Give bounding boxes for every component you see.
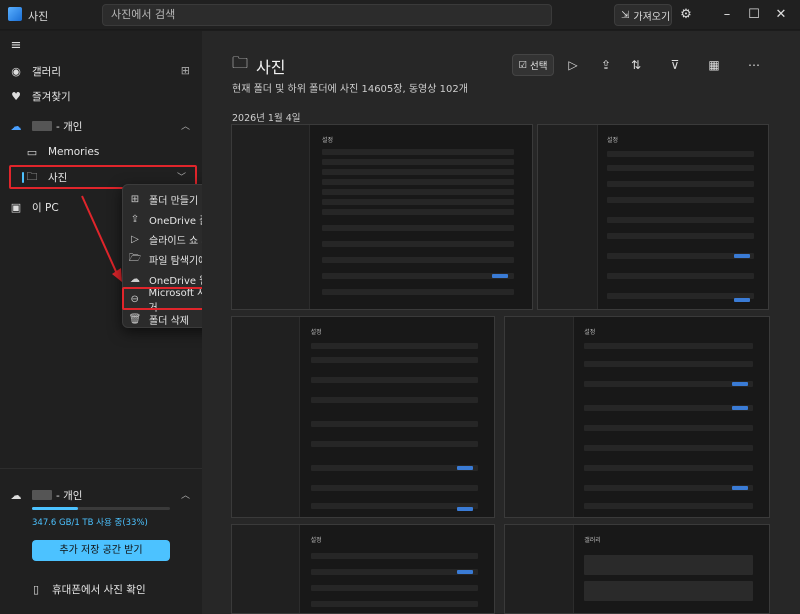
photo-thumbnail[interactable]: 설정 (537, 124, 769, 310)
view-options-icon[interactable]: ▦ (704, 56, 724, 74)
thumbnail-title: 설정 (310, 537, 322, 544)
sort-icon[interactable]: ⇅ (626, 56, 646, 74)
select-label: 선택 (530, 61, 548, 72)
photo-thumbnail[interactable]: 갤러리 (504, 524, 770, 614)
thumbnail-title: 설정 (322, 137, 334, 144)
share-icon: ⇪ (130, 213, 140, 225)
more-options-icon[interactable]: ⋯ (744, 56, 764, 74)
onedrive-cloud-icon: ☁ (10, 488, 22, 502)
slideshow-icon: ▷ (131, 233, 139, 245)
page-title: 🗀 사진 (232, 52, 285, 79)
storage-bar-fill (32, 507, 78, 510)
chevron-up-icon[interactable]: ︿ (181, 488, 190, 501)
thumbnail-title: 갤러리 (584, 537, 601, 544)
storage-account[interactable]: ☁ - 개인 ︿ (8, 484, 196, 506)
phone-icon: ▯ (32, 582, 40, 596)
phone-link-label: 휴대폰에서 사진 확인 (52, 583, 146, 596)
storage-bar (32, 507, 170, 510)
menu-item-label: 폴더 만들기 (149, 195, 199, 207)
get-more-storage-button[interactable]: 추가 저장 공간 받기 (32, 540, 170, 561)
thumbnail-title: 설정 (584, 329, 596, 336)
cloud-icon: ☁ (130, 273, 140, 285)
trash-icon: 🗑 (128, 313, 142, 325)
redacted-name (32, 490, 52, 500)
phone-link[interactable]: ▯ 휴대폰에서 사진 확인 (28, 578, 216, 600)
photo-thumbnail[interactable]: 설정 (231, 316, 495, 518)
storage-account-label: - 개인 (56, 489, 83, 502)
folder-summary: 현재 폴더 및 하위 폴더에 사진 14605장, 동영상 102개 (232, 84, 468, 95)
folder-icon: 🗀 (232, 53, 249, 72)
folder-open-icon: 🗁 (128, 252, 142, 264)
thumbnail-title: 설정 (607, 137, 619, 144)
menu-item-label: 폴더 삭제 (149, 315, 189, 327)
photo-thumbnail[interactable]: 설정 (231, 524, 495, 614)
thumbnail-title: 설정 (310, 329, 322, 336)
slideshow-icon[interactable]: ▷ (563, 56, 583, 74)
page-title-text: 사진 (256, 57, 286, 77)
storage-usage-text: 347.6 GB/1 TB 사용 중(33%) (32, 518, 148, 528)
share-icon[interactable]: ⇪ (596, 56, 616, 74)
select-button[interactable]: ☑ 선택 (512, 54, 554, 76)
checkbox-icon: ☑ (518, 59, 528, 71)
filter-icon[interactable]: ⊽ (665, 56, 685, 74)
date-header: 2026년 1월 4일 (232, 113, 301, 124)
new-folder-icon: ⊞ (130, 193, 140, 205)
photo-thumbnail[interactable]: 설정 (231, 124, 533, 310)
photo-thumbnail[interactable]: 설정 (504, 316, 770, 518)
